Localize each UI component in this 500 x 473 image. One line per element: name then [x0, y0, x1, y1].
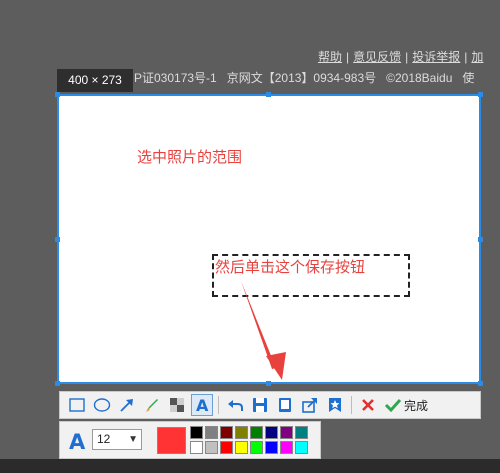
- color-swatch[interactable]: [205, 426, 218, 439]
- color-swatch[interactable]: [220, 441, 233, 454]
- selected-color-swatch[interactable]: [157, 427, 186, 454]
- font-size-value: 12: [97, 432, 111, 446]
- rectangle-icon[interactable]: [66, 394, 88, 416]
- color-swatch[interactable]: [190, 426, 203, 439]
- done-button[interactable]: 完成: [384, 397, 428, 414]
- font-icon: A: [69, 430, 86, 452]
- close-icon[interactable]: [357, 394, 379, 416]
- color-swatch[interactable]: [205, 441, 218, 454]
- text-icon[interactable]: A: [191, 394, 213, 416]
- done-label: 完成: [404, 398, 429, 413]
- color-swatch[interactable]: [295, 426, 308, 439]
- screenshot-toolbar: A 完成: [59, 391, 481, 419]
- svg-text:A: A: [69, 430, 86, 452]
- share-icon[interactable]: [299, 394, 321, 416]
- taskbar: [0, 459, 500, 473]
- color-swatch[interactable]: [190, 441, 203, 454]
- pin-icon[interactable]: [324, 394, 346, 416]
- brush-icon[interactable]: [141, 394, 163, 416]
- color-swatch[interactable]: [265, 441, 278, 454]
- color-swatch[interactable]: [235, 426, 248, 439]
- color-swatch[interactable]: [235, 441, 248, 454]
- save-icon[interactable]: [249, 394, 271, 416]
- copy-icon[interactable]: [274, 394, 296, 416]
- color-swatch[interactable]: [250, 441, 263, 454]
- color-swatch[interactable]: [220, 426, 233, 439]
- chevron-down-icon: ▼: [128, 434, 138, 445]
- color-swatch[interactable]: [265, 426, 278, 439]
- arrow-icon[interactable]: [116, 394, 138, 416]
- color-swatch[interactable]: [280, 426, 293, 439]
- undo-icon[interactable]: [224, 394, 246, 416]
- ellipse-icon[interactable]: [91, 394, 113, 416]
- toolbar-divider: [351, 396, 352, 414]
- toolbar-divider: [218, 396, 219, 414]
- check-icon: [384, 398, 402, 412]
- svg-text:A: A: [196, 397, 209, 413]
- mosaic-icon[interactable]: [166, 394, 188, 416]
- text-options-bar: A 12 ▼: [59, 421, 321, 459]
- color-swatch[interactable]: [250, 426, 263, 439]
- font-size-select[interactable]: 12 ▼: [92, 429, 142, 450]
- color-swatch[interactable]: [295, 441, 308, 454]
- color-swatch[interactable]: [280, 441, 293, 454]
